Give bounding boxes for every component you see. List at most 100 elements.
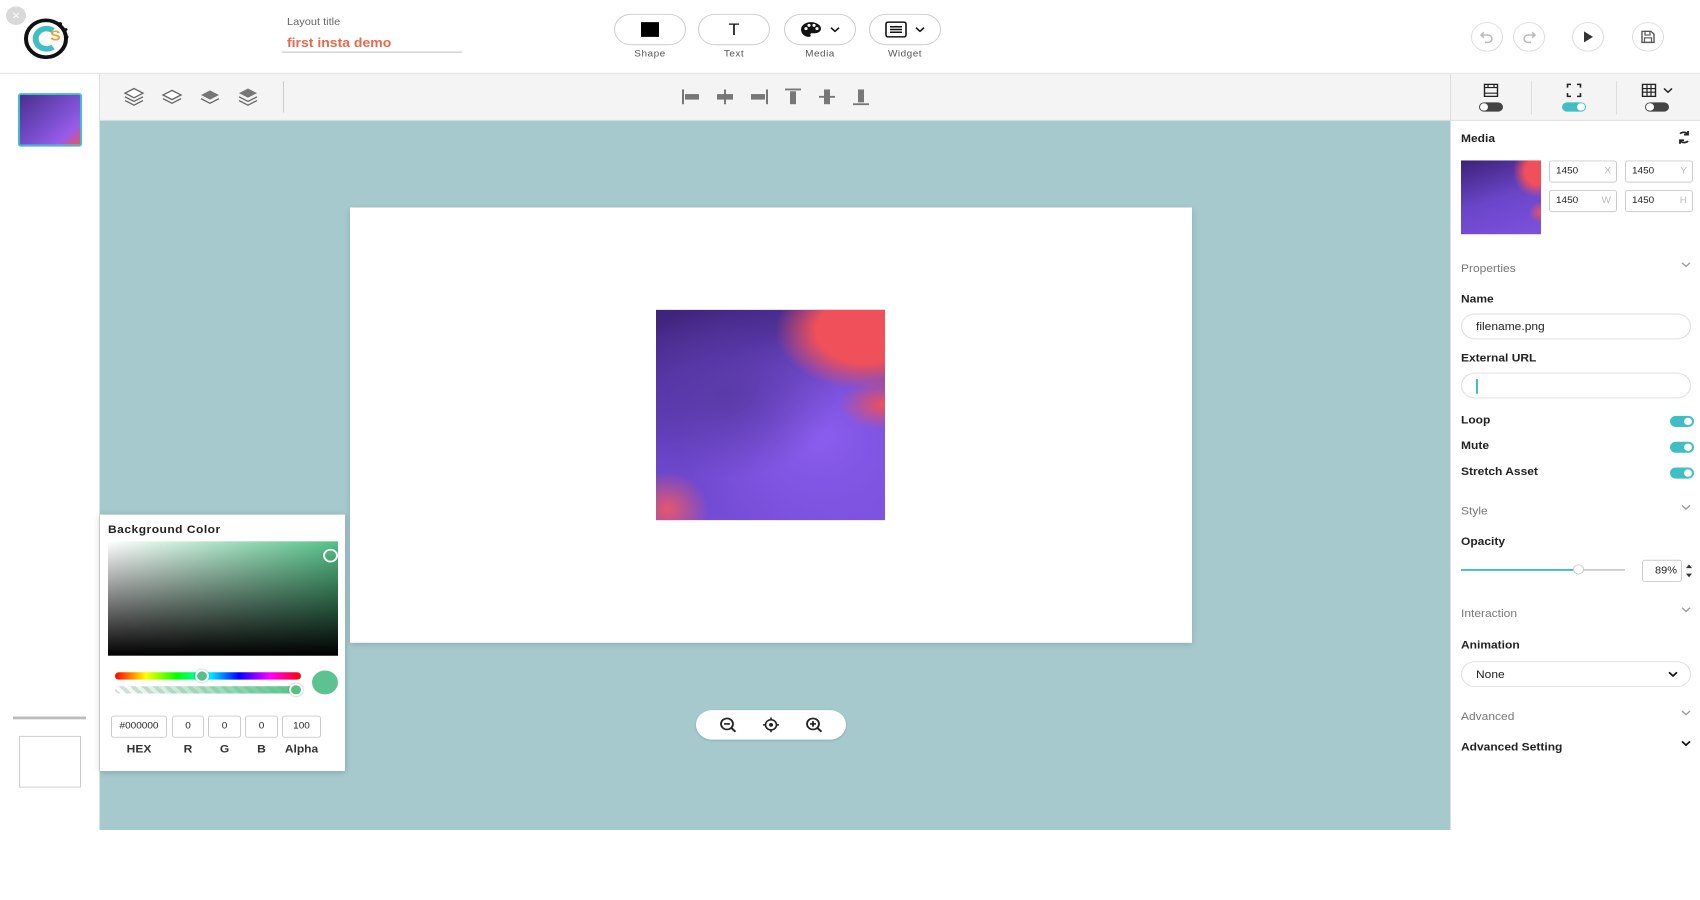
properties-panel: Media 1450 X 1450 Y 1450 W 1450 H Properties… xyxy=(1450,73,1700,830)
align-top-button[interactable] xyxy=(780,85,806,109)
widget-tool-button[interactable] xyxy=(869,13,941,46)
saturation-handle[interactable] xyxy=(323,548,338,563)
external-url-input[interactable] xyxy=(1461,372,1691,399)
panel-top-toggles xyxy=(1451,73,1700,121)
save-button[interactable] xyxy=(1632,22,1664,52)
film-icon xyxy=(1483,83,1499,98)
zoom-controls xyxy=(696,710,846,740)
alpha-slider[interactable] xyxy=(115,683,303,697)
name-label: Name xyxy=(1461,292,1494,306)
red-input[interactable]: 0 xyxy=(172,715,204,738)
fit-toggle[interactable] xyxy=(1562,102,1586,112)
hue-slider[interactable] xyxy=(115,669,301,683)
app-logo: S xyxy=(24,18,69,60)
advanced-section-header[interactable]: Advanced xyxy=(1461,710,1691,723)
stretch-asset-label: Stretch Asset xyxy=(1461,464,1538,478)
align-middle-button[interactable] xyxy=(814,85,840,109)
opacity-input[interactable]: 89% xyxy=(1642,559,1682,582)
align-center-icon xyxy=(717,89,733,105)
center-target-icon[interactable] xyxy=(762,717,780,734)
bring-to-front-button[interactable] xyxy=(121,85,147,109)
alpha-label: Alpha xyxy=(284,742,319,756)
film-toggle-group[interactable] xyxy=(1451,74,1531,121)
background-color-picker: Background Color #000000 0 0 0 100 HEX R… xyxy=(100,514,345,771)
undo-icon xyxy=(1479,31,1493,44)
shape-tool-label: Shape xyxy=(634,48,666,60)
saturation-value-area[interactable] xyxy=(108,541,338,656)
blue-input[interactable]: 0 xyxy=(245,715,278,738)
slide-canvas[interactable] xyxy=(350,207,1192,643)
widget-tool-label: Widget xyxy=(887,48,923,60)
properties-section-header[interactable]: Properties xyxy=(1461,262,1691,275)
stretch-asset-toggle[interactable] xyxy=(1670,467,1694,479)
play-button[interactable] xyxy=(1572,22,1604,52)
grid-toggle-group[interactable] xyxy=(1617,74,1697,121)
color-swatch xyxy=(312,670,338,695)
film-toggle[interactable] xyxy=(1479,102,1503,112)
height-input[interactable]: 1450 H xyxy=(1625,189,1693,213)
alpha-handle[interactable] xyxy=(289,683,303,697)
toolbar-divider xyxy=(283,81,284,113)
shape-tool-button[interactable] xyxy=(614,13,686,46)
grid-toggle[interactable] xyxy=(1645,102,1669,112)
alpha-input[interactable]: 100 xyxy=(282,715,321,738)
opacity-slider[interactable] xyxy=(1461,564,1625,575)
opacity-label: Opacity xyxy=(1461,534,1506,548)
chevron-down-icon xyxy=(1681,710,1691,716)
media-element[interactable] xyxy=(656,309,885,521)
align-center-button[interactable] xyxy=(712,85,738,109)
zoom-out-icon[interactable] xyxy=(719,717,737,734)
align-left-button[interactable] xyxy=(678,85,704,109)
green-label: G xyxy=(219,742,230,756)
bring-forward-button[interactable] xyxy=(159,85,185,109)
fit-toggle-group[interactable] xyxy=(1534,74,1614,121)
text-icon: T xyxy=(728,19,740,39)
green-input[interactable]: 0 xyxy=(208,715,241,738)
slide-thumbnail-1[interactable] xyxy=(18,93,82,147)
top-header: × S Layout title Shape T Text Media Widg… xyxy=(0,0,1700,74)
media-tool-button[interactable] xyxy=(784,13,856,46)
redo-button[interactable] xyxy=(1513,22,1545,52)
advanced-setting-header[interactable]: Advanced Setting xyxy=(1461,741,1691,753)
align-right-button[interactable] xyxy=(746,85,772,109)
chevron-down-icon xyxy=(1681,504,1691,510)
width-input[interactable]: 1450 W xyxy=(1549,189,1617,213)
interaction-section-header[interactable]: Interaction xyxy=(1461,607,1691,620)
loop-toggle[interactable] xyxy=(1670,415,1694,427)
redo-icon xyxy=(1523,31,1537,44)
animation-label: Animation xyxy=(1461,638,1520,652)
slide-thumbnail-2[interactable] xyxy=(19,735,81,788)
mute-label: Mute xyxy=(1461,438,1489,452)
media-preview xyxy=(1461,160,1541,235)
undo-button[interactable] xyxy=(1471,22,1503,52)
opacity-slider-knob[interactable] xyxy=(1572,564,1584,575)
layers-backward-icon xyxy=(200,90,220,105)
red-label: R xyxy=(183,742,193,756)
y-position-input[interactable]: 1450 Y xyxy=(1625,160,1693,183)
style-section-header[interactable]: Style xyxy=(1461,504,1691,517)
mute-toggle[interactable] xyxy=(1670,441,1694,453)
chevron-down-icon xyxy=(1663,88,1673,94)
align-bottom-button[interactable] xyxy=(848,85,874,109)
zoom-in-icon[interactable] xyxy=(805,717,823,734)
name-input[interactable]: filename.png xyxy=(1461,313,1691,340)
layout-title-input[interactable] xyxy=(282,32,462,53)
layers-back-icon xyxy=(238,88,258,106)
send-to-back-button[interactable] xyxy=(235,85,261,109)
stepper-arrows-icon[interactable] xyxy=(1685,561,1693,581)
opacity-slider-fill xyxy=(1461,568,1578,571)
widget-icon xyxy=(885,21,907,38)
x-position-input[interactable]: 1450 X xyxy=(1549,160,1617,183)
text-tool-button[interactable]: T xyxy=(698,13,770,46)
layers-front-icon xyxy=(123,87,145,106)
hex-input[interactable]: #000000 xyxy=(111,715,167,738)
layers-forward-icon xyxy=(161,89,183,105)
chevron-down-icon xyxy=(1681,262,1691,268)
send-backward-button[interactable] xyxy=(197,85,223,109)
replace-media-icon[interactable] xyxy=(1677,130,1691,145)
chevron-down-icon xyxy=(1668,671,1678,677)
arrange-toolbar xyxy=(100,73,1450,121)
hue-handle[interactable] xyxy=(195,669,209,683)
animation-select[interactable]: None xyxy=(1461,661,1691,688)
hex-label: HEX xyxy=(126,742,152,756)
